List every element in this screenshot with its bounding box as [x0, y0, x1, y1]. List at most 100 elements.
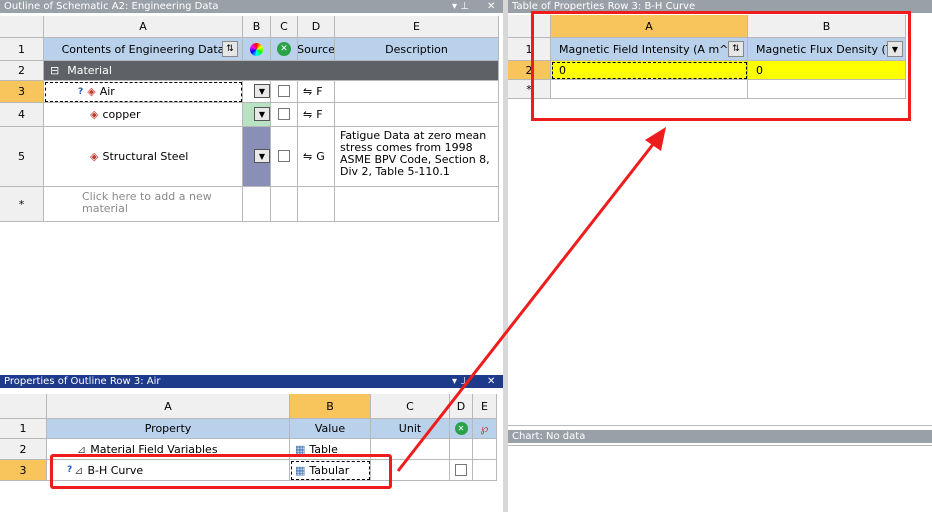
chart-title: Chart: No data [508, 430, 932, 443]
table-icon: ▦ [295, 463, 306, 477]
bh-curve-value-cell[interactable]: ▦ Tabular [290, 460, 371, 481]
props-corner [0, 394, 47, 419]
props-col-c[interactable]: C [371, 394, 450, 419]
add-row-empty [298, 187, 335, 222]
sort-icon[interactable]: ⇅ [728, 41, 744, 57]
dropdown-arrow-icon[interactable]: ▼ [254, 149, 270, 163]
tp-corner [508, 15, 551, 38]
air-color-cell[interactable]: ▼ [243, 81, 271, 103]
outline-col-c[interactable]: C [271, 16, 298, 38]
props-suppress-header: ✕ [450, 419, 473, 439]
outline-rownum: * [0, 187, 44, 222]
props-rownum: 1 [0, 419, 47, 439]
library-link-icon: ⇋ [303, 85, 313, 98]
bh-curve-e-cell [473, 460, 497, 481]
field-intensity-header: Magnetic Field Intensity (A m^-1) ⇅ [551, 38, 748, 61]
props-rownum: 3 [0, 460, 47, 481]
mfv-e-cell [473, 439, 497, 460]
copper-color-cell[interactable]: ▼ [243, 103, 271, 127]
material-structural-steel[interactable]: ◈ Structural Steel [44, 127, 243, 187]
sort-icon[interactable]: ⇅ [222, 41, 238, 57]
field-intensity-value[interactable]: 0 [551, 61, 748, 80]
parameter-icon: ℘ [480, 422, 489, 435]
outline-title: Outline of Schematic A2: Engineering Dat… [0, 0, 503, 13]
chart-area[interactable] [508, 445, 932, 512]
property-icon: ⊿ [77, 442, 87, 456]
properties-close-icon[interactable]: ✕ [487, 375, 495, 388]
dropdown-arrow-icon[interactable]: ▼ [254, 107, 270, 121]
table-properties-title: Table of Properties Row 3: B-H Curve [508, 0, 932, 13]
bh-curve-row[interactable]: ? ⊿ B-H Curve [47, 460, 290, 481]
bh-curve-checkbox[interactable] [455, 464, 467, 476]
outline-rownum: 3 [0, 81, 44, 103]
props-param-header: ℘ [473, 419, 497, 439]
material-copper[interactable]: ◈ copper [44, 103, 243, 127]
material-tag-icon: ◈ [90, 108, 99, 121]
properties-pin-icon[interactable]: ▾ ⊥ [452, 375, 469, 388]
tp-col-b[interactable]: B [748, 15, 906, 38]
properties-title: Properties of Outline Row 3: Air [0, 375, 503, 388]
tp-rownum: 1 [508, 38, 551, 61]
props-col-a[interactable]: A [47, 394, 290, 419]
outline-table: A B C D E 1 Contents of Engineering Data… [0, 16, 499, 222]
outline-rownum: 1 [0, 38, 44, 61]
property-header: Property [47, 419, 290, 439]
library-link-icon: ⇋ [303, 108, 313, 121]
chart-panel: Chart: No data [508, 425, 932, 512]
description-header: Description [335, 38, 499, 61]
air-suppress-cell [271, 81, 298, 103]
outline-col-b[interactable]: B [243, 16, 271, 38]
bh-curve-unit-cell [371, 460, 450, 481]
source-header: Source [298, 38, 335, 61]
library-link-icon: ⇋ [303, 150, 313, 163]
dropdown-arrow-icon[interactable]: ▼ [254, 84, 270, 98]
material-group-row[interactable]: ⊟ Material [44, 61, 499, 81]
property-icon: ⊿ [74, 463, 84, 477]
outline-rownum: 2 [0, 61, 44, 81]
new-row-a[interactable] [551, 80, 748, 99]
mfv-d-cell [450, 439, 473, 460]
copper-description-cell [335, 103, 499, 127]
material-air[interactable]: ? ◈ Air [44, 81, 243, 103]
flux-density-value[interactable]: 0 [748, 61, 906, 80]
copper-suppress-checkbox[interactable] [278, 108, 290, 120]
steel-suppress-checkbox[interactable] [278, 150, 290, 162]
add-new-material[interactable]: Click here to add a new material [44, 187, 243, 222]
unit-header: Unit [371, 419, 450, 439]
air-source-cell: ⇋ F [298, 81, 335, 103]
outline-rownum: 4 [0, 103, 44, 127]
green-x-icon: ✕ [277, 42, 291, 56]
props-col-b[interactable]: B [290, 394, 371, 419]
copper-source-cell: ⇋ F [298, 103, 335, 127]
air-suppress-checkbox[interactable] [278, 85, 290, 97]
steel-color-cell[interactable]: ▼ [243, 127, 271, 187]
props-col-e[interactable]: E [473, 394, 497, 419]
add-row-empty [271, 187, 298, 222]
material-field-variables-row[interactable]: ⊿ Material Field Variables [47, 439, 290, 460]
copper-suppress-cell [271, 103, 298, 127]
bh-curve-d-cell [450, 460, 473, 481]
suppress-header: ✕ [271, 38, 298, 61]
value-header: Value [290, 419, 371, 439]
green-x-icon: ✕ [454, 422, 468, 435]
outline-col-d[interactable]: D [298, 16, 335, 38]
contents-header: Contents of Engineering Data ⇅ [44, 38, 243, 61]
air-description-cell [335, 81, 499, 103]
outline-panel: Outline of Schematic A2: Engineering Dat… [0, 0, 503, 375]
outline-close-icon[interactable]: ✕ [487, 0, 495, 13]
steel-suppress-cell [271, 127, 298, 187]
mfv-value-cell[interactable]: ▦ Table [290, 439, 371, 460]
properties-panel: Properties of Outline Row 3: Air ▾ ⊥ ✕ A… [0, 375, 503, 512]
question-icon: ? [78, 86, 84, 97]
dropdown-arrow-icon[interactable]: ▼ [887, 41, 903, 57]
tp-col-a[interactable]: A [551, 15, 748, 38]
add-row-empty [335, 187, 499, 222]
outline-col-a[interactable]: A [44, 16, 243, 38]
properties-table: A B C D E 1 Property Value Unit ✕ ℘ 2 ⊿ … [0, 394, 497, 485]
collapse-icon[interactable]: ⊟ [50, 64, 59, 77]
outline-col-e[interactable]: E [335, 16, 499, 38]
outline-pin-icon[interactable]: ▾ ⊥ [452, 0, 469, 13]
new-row-b[interactable] [748, 80, 906, 99]
props-col-d[interactable]: D [450, 394, 473, 419]
table-properties-panel: Table of Properties Row 3: B-H Curve A B… [508, 0, 932, 425]
